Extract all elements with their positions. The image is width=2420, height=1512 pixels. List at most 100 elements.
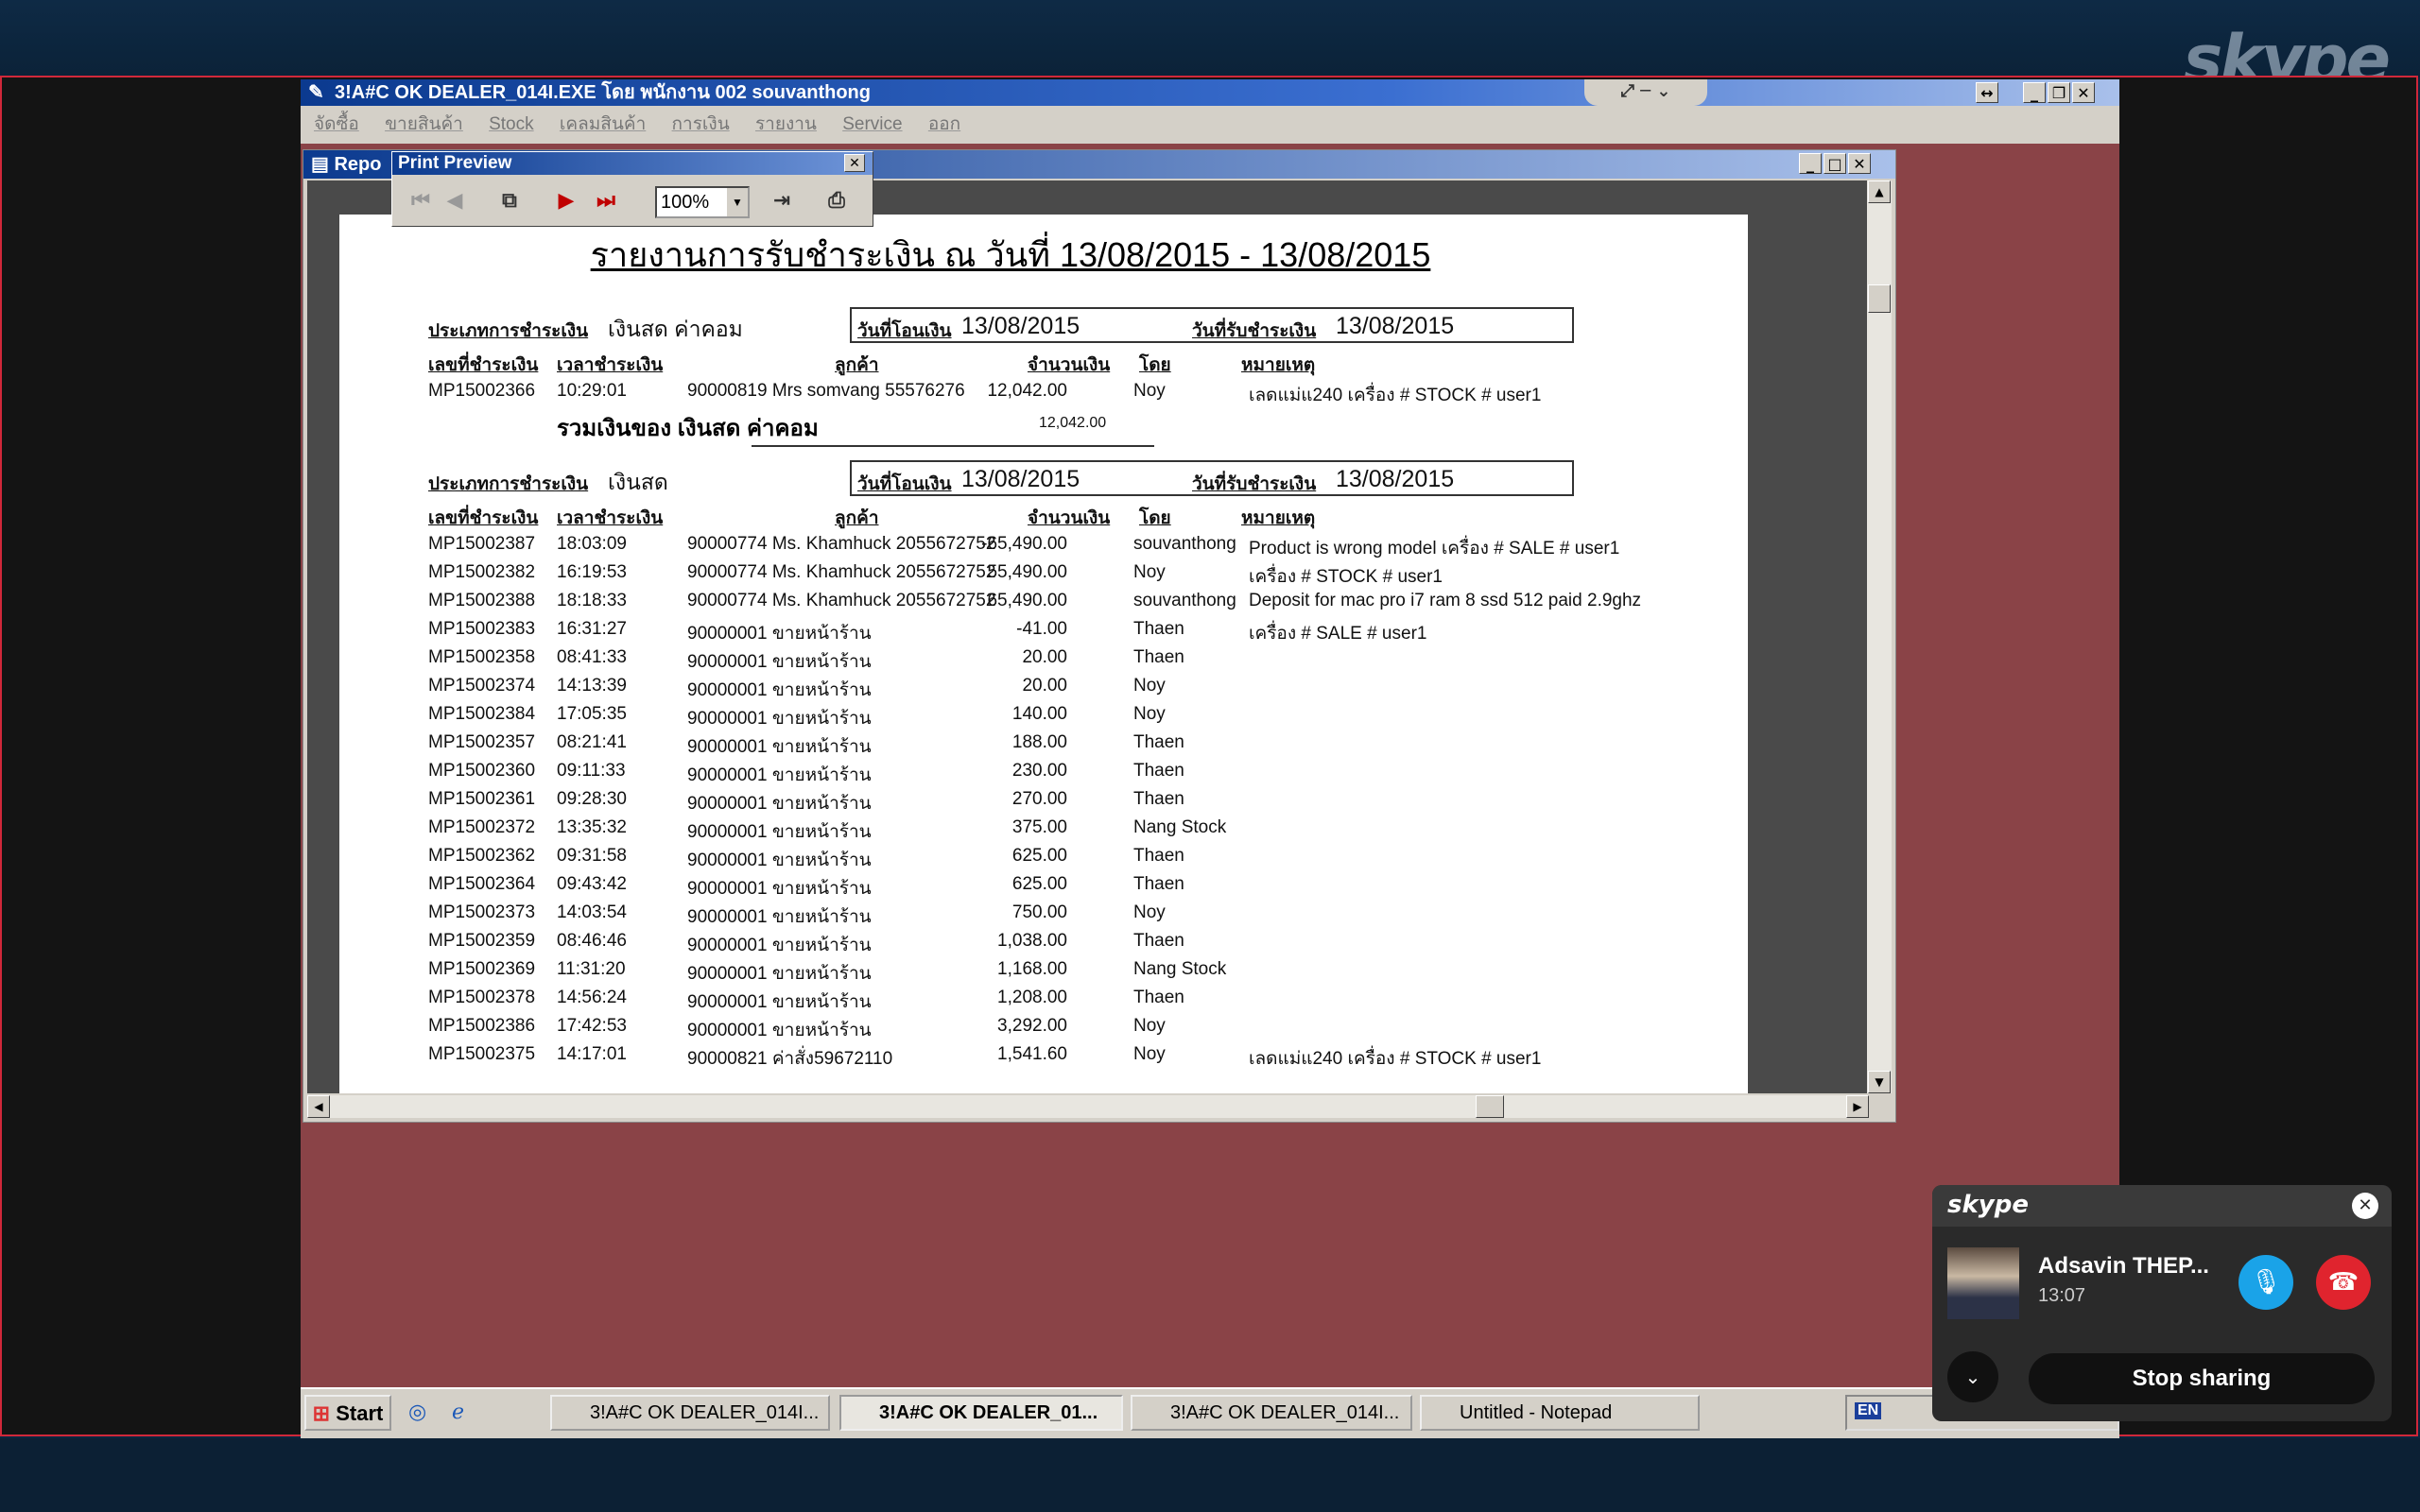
taskbar-item-dealer-3[interactable]: 3!A#C OK DEALER_014I... xyxy=(1131,1395,1412,1431)
receive-date-label: วันที่รับชำระเงิน xyxy=(1192,321,1317,341)
hang-up-icon[interactable]: ☎ xyxy=(2316,1255,2371,1310)
print-preview-titlebar[interactable]: Print Preview ✕ xyxy=(392,152,873,175)
main-window-titlebar[interactable]: ✎ 3!A#C OK DEALER_014I.EXE โดย พนักงาน 00… xyxy=(301,79,2119,106)
amount: 375.00 xyxy=(1011,817,1067,837)
receive-date-value: 13/08/2015 xyxy=(1336,313,1455,339)
first-page-icon[interactable]: ⏮ xyxy=(406,186,436,216)
table-row: MP15002358 08:41:33 90000001 ขายหน้าร้าน 20… xyxy=(339,644,1748,672)
print-preview-close-button[interactable]: ✕ xyxy=(844,154,865,172)
scroll-up-icon[interactable]: ▲ xyxy=(1868,180,1891,203)
report-close-button[interactable]: ✕ xyxy=(1848,153,1871,174)
col-by-header-2: โดย xyxy=(1139,508,1171,528)
paid-by: Noy xyxy=(1133,1044,1166,1064)
report-icon: ▤ xyxy=(311,154,329,175)
ie-icon[interactable]: ℯ xyxy=(452,1400,464,1424)
taskbar-item-dealer-1[interactable]: 3!A#C OK DEALER_014I... xyxy=(550,1395,830,1431)
payment-time: 14:13:39 xyxy=(557,676,627,696)
col-note-header-2: หมายเหตุ xyxy=(1241,508,1316,528)
menu-claim[interactable]: เคลมสินค้า xyxy=(560,114,646,134)
print-preview-toolbar: Print Preview ✕ ⏮ ◀ ⧉ ▶ ⏭ 100% ▼ ⇥ ⎙ xyxy=(391,151,873,227)
microphone-icon[interactable]: 🎙 xyxy=(2238,1255,2293,1310)
amount: 750.00 xyxy=(1011,902,1067,922)
zoom-select[interactable]: 100% ▼ xyxy=(655,186,750,218)
col-amount-header-2: จำนวนเงิน xyxy=(1028,508,1111,528)
vertical-scrollbar[interactable]: ▲ ▼ xyxy=(1867,180,1892,1093)
payment-no: MP15002360 xyxy=(428,761,536,781)
skype-call-widget: skype ✕ Adsavin THEP... 13:07 🎙 ☎ ⌄ Stop… xyxy=(1932,1185,2392,1421)
payment-time: 09:31:58 xyxy=(557,846,627,866)
export-icon[interactable]: ⇥ xyxy=(767,186,797,216)
amount: -65,490.00 xyxy=(981,534,1067,554)
payment-time: 18:18:33 xyxy=(557,591,627,610)
amount: -41.00 xyxy=(1016,619,1067,639)
menu-report[interactable]: รายงาน xyxy=(755,114,817,134)
taskbar-item-notepad[interactable]: Untitled - Notepad xyxy=(1420,1395,1700,1431)
zoom-value: 100% xyxy=(661,192,710,213)
paid-by: Thaen xyxy=(1133,846,1184,866)
payment-time: 13:35:32 xyxy=(557,817,627,837)
table-row: MP15002386 17:42:53 90000001 ขายหน้าร้าน 3,… xyxy=(339,1012,1748,1040)
paid-by: Thaen xyxy=(1133,647,1184,667)
menu-stock[interactable]: Stock xyxy=(489,114,534,134)
section1-total-value: 12,042.00 xyxy=(1039,415,1107,431)
language-indicator[interactable]: EN xyxy=(1855,1402,1882,1419)
horizontal-scrollbar[interactable]: ◀ ▶ xyxy=(307,1095,1869,1118)
minimize-button[interactable]: _ xyxy=(2023,82,2046,103)
horizontal-scroll-thumb[interactable] xyxy=(1476,1095,1504,1118)
resize-icon[interactable]: ↔ xyxy=(1976,82,1998,103)
previous-page-icon[interactable]: ◀ xyxy=(440,186,470,216)
start-button[interactable]: ⊞ Start xyxy=(304,1395,391,1431)
taskbar-item-dealer-2[interactable]: 3!A#C OK DEALER_01... xyxy=(839,1395,1123,1431)
taskbar: ⊞ Start ◎ ℯ 3!A#C OK DEALER_014I... 3!A#… xyxy=(301,1387,2119,1438)
vertical-scroll-thumb[interactable] xyxy=(1868,284,1891,313)
menu-service[interactable]: Service xyxy=(842,114,902,134)
restore-button[interactable]: ❐ xyxy=(2048,82,2070,103)
chevron-down-icon[interactable]: ▼ xyxy=(727,188,748,216)
amount: 188.00 xyxy=(1011,732,1067,752)
multi-page-icon[interactable]: ⧉ xyxy=(494,186,525,216)
payment-time: 08:21:41 xyxy=(557,732,627,752)
note: Deposit for mac pro i7 ram 8 ssd 512 pai… xyxy=(1249,591,1642,610)
scroll-right-icon[interactable]: ▶ xyxy=(1846,1095,1869,1118)
paid-by: souvanthong xyxy=(1133,591,1236,610)
table-row: MP15002372 13:35:32 90000001 ขายหน้าร้าน 37… xyxy=(339,814,1748,842)
col-no-header: เลขที่ชำระเงิน xyxy=(428,355,539,375)
menu-exit[interactable]: ออก xyxy=(928,114,960,134)
amount: 55,490.00 xyxy=(987,562,1067,582)
table-row: MP15002357 08:21:41 90000001 ขายหน้าร้าน 18… xyxy=(339,729,1748,757)
transfer-date-label: วันที่โอนเงิน xyxy=(857,321,952,341)
payment-type-label: ประเภทการชำระเงิน xyxy=(428,321,589,341)
payment-no: MP15002384 xyxy=(428,704,536,724)
show-desktop-icon[interactable]: ◎ xyxy=(408,1400,426,1424)
stop-sharing-button[interactable]: Stop sharing xyxy=(2029,1353,2375,1404)
col-customer-header: ลูกค้า xyxy=(835,355,879,375)
table-row: MP15002360 09:11:33 90000001 ขายหน้าร้าน 23… xyxy=(339,757,1748,785)
payment-time: 08:46:46 xyxy=(557,931,627,951)
col-amount-header: จำนวนเงิน xyxy=(1028,355,1111,375)
paid-by: Thaen xyxy=(1133,732,1184,752)
table-row: MP15002384 17:05:35 90000001 ขายหน้าร้าน 14… xyxy=(339,700,1748,729)
amount: 230.00 xyxy=(1011,761,1067,781)
col-by-header: โดย xyxy=(1139,355,1171,375)
report-canvas: รายงานการรับชำระเงิน ณ วันที่ 13/08/2015… xyxy=(307,180,1869,1093)
customer: 90000821 ค่าสั่ง59672110 xyxy=(687,1049,893,1069)
menu-sales[interactable]: ขายสินค้า xyxy=(385,114,463,134)
table-row: MP15002359 08:46:46 90000001 ขายหน้าร้าน 1,… xyxy=(339,927,1748,955)
menu-finance[interactable]: การเงิน xyxy=(672,114,730,134)
remote-control-box[interactable]: ⤢ ─ ⌄ xyxy=(1584,79,1707,106)
next-page-icon[interactable]: ▶ xyxy=(551,186,581,216)
chevron-down-icon[interactable]: ⌄ xyxy=(1947,1351,1998,1402)
menu-purchase[interactable]: จัดซื้อ xyxy=(314,114,359,134)
report-maximize-button[interactable]: □ xyxy=(1824,153,1846,174)
close-button[interactable]: ✕ xyxy=(2072,82,2095,103)
scroll-down-icon[interactable]: ▼ xyxy=(1868,1071,1891,1093)
paid-by: souvanthong xyxy=(1133,534,1236,554)
last-page-icon[interactable]: ⏭ xyxy=(591,186,621,216)
scroll-left-icon[interactable]: ◀ xyxy=(307,1095,330,1118)
printer-icon[interactable]: ⎙ xyxy=(821,186,852,216)
col-customer-header-2: ลูกค้า xyxy=(835,508,879,528)
close-icon[interactable]: ✕ xyxy=(2352,1193,2378,1219)
report-title: รายงานการรับชำระเงิน ณ วันที่ 13/08/2015… xyxy=(590,235,1431,274)
report-minimize-button[interactable]: _ xyxy=(1799,153,1822,174)
start-label: Start xyxy=(336,1401,384,1425)
